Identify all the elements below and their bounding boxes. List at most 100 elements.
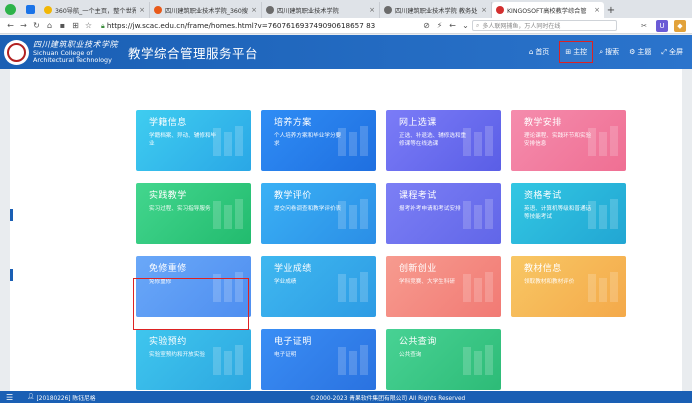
back-icon[interactable]: ← — [4, 19, 17, 33]
tab-close-icon[interactable]: × — [251, 6, 257, 14]
tile-decoration-icon — [338, 126, 368, 156]
module-tile[interactable]: 教学安排 理论课程、实践环节和实验安排信息 — [511, 110, 626, 171]
module-tile[interactable]: 教学评价 提交问卷调查和教学评价表 — [261, 183, 376, 244]
tile-decoration-icon — [338, 345, 368, 375]
browser-tab[interactable]: 360导航_一个主页，整个世界 × — [40, 2, 150, 18]
nav-home-button[interactable]: ⌂ 首页 — [524, 42, 554, 62]
tile-decoration-icon — [463, 126, 493, 156]
tile-decoration-icon — [463, 272, 493, 302]
grid-icon[interactable]: ⊞ — [69, 19, 82, 33]
left-edge-marker — [10, 269, 13, 281]
scissors-icon[interactable]: ✂ — [638, 20, 650, 32]
module-tile[interactable]: 实践教学 实习过程、实习指导服务 — [136, 183, 251, 244]
tile-decoration-icon — [588, 126, 618, 156]
bookmark-star-icon[interactable]: ☆ — [82, 19, 95, 33]
module-tile[interactable]: 电子证明 电子证明 — [261, 329, 376, 390]
theme-icon: ⚙ — [629, 48, 636, 56]
tile-decoration-icon — [213, 345, 243, 375]
module-tile[interactable]: 公共查询 公共查询 — [386, 329, 501, 390]
tile-decoration-icon — [213, 199, 243, 229]
extension-purple-icon[interactable]: U — [656, 19, 668, 32]
header-nav: ⌂ 首页 ⊞ 主控 ⌕ 搜索 ⚙ 主题 ⤢ 全屏 — [524, 35, 692, 69]
user-icon: 👤︎ — [27, 394, 35, 400]
menu-icon[interactable]: ☰ — [6, 393, 13, 402]
tile-description: 学籍档案、异动、辅修和毕业 — [149, 133, 217, 147]
tile-description: 理论课程、实践环节和实验安排信息 — [524, 133, 592, 147]
module-tile[interactable]: 教材信息 领取教材和教材评价 — [511, 256, 626, 317]
school-name: 四川建筑职业技术学院 Sichuan College of Architectu… — [33, 39, 118, 64]
tile-decoration-icon — [463, 345, 493, 375]
tile-decoration-icon — [338, 272, 368, 302]
app-footer: ☰ 👤︎ [20180226] 陈钰尼格 ©2000-2023 青果软件集团有限… — [0, 391, 692, 403]
tile-description: 公共查询 — [399, 352, 422, 358]
new-tab-button[interactable]: + — [604, 2, 618, 18]
nav-theme-button[interactable]: ⚙ 主题 — [624, 42, 656, 62]
module-tile[interactable]: 学业成绩 学业成绩 — [261, 256, 376, 317]
browser-tab[interactable]: 四川建筑职业技术学院_360搜 × — [150, 2, 262, 18]
app-header: 四川建筑职业技术学院 Sichuan College of Architectu… — [0, 35, 692, 69]
module-tile[interactable]: 网上选课 正选、补退选、辅修选和重修课等在线选课 — [386, 110, 501, 171]
reload-icon[interactable]: ↻ — [30, 19, 43, 33]
extension-icon[interactable]: ▪ — [56, 19, 69, 33]
search-icon: ⌕ — [599, 47, 604, 56]
browser-tab[interactable]: 四川建筑职业技术学院 × — [262, 2, 380, 18]
current-user[interactable]: 👤︎ [20180226] 陈钰尼格 — [27, 393, 95, 402]
browser-shield-icon[interactable] — [20, 0, 40, 18]
browser-tab-active[interactable]: KINGOSOFT高校教学综合管 × — [492, 2, 604, 18]
tile-description: 学科竞赛、大学生科研 — [399, 279, 455, 285]
module-tile[interactable]: 资格考试 英语、计算机等级和普通话等技能考试 — [511, 183, 626, 244]
tile-decoration-icon — [588, 199, 618, 229]
tile-description: 报考补考申请和考试安排 — [399, 206, 461, 212]
tile-description: 实习过程、实习指导服务 — [149, 206, 211, 212]
nav-fullscreen-button[interactable]: ⤢ 全屏 — [656, 42, 688, 62]
nav-main-control-button[interactable]: ⊞ 主控 — [559, 41, 594, 63]
extension-orange-icon[interactable]: ◆ — [674, 19, 686, 32]
tile-description: 英语、计算机等级和普通话等技能考试 — [524, 206, 592, 220]
tab-favicon-icon — [44, 6, 52, 14]
nav-search-button[interactable]: ⌕ 搜索 — [594, 42, 624, 62]
module-tile[interactable]: 课程考试 报考补考申请和考试安排 — [386, 183, 501, 244]
tab-close-icon[interactable]: × — [139, 6, 145, 14]
tab-close-icon[interactable]: × — [594, 6, 600, 14]
module-tile[interactable]: 学籍信息 学籍档案、异动、辅修和毕业 — [136, 110, 251, 171]
tab-favicon-icon — [384, 6, 392, 14]
tile-decoration-icon — [463, 199, 493, 229]
windows-icon: ⊞ — [565, 48, 572, 56]
tile-description: 领取教材和教材评价 — [524, 279, 575, 285]
browser-tab[interactable]: 四川建筑职业技术学院 教务处 × — [380, 2, 492, 18]
tile-description: 提交问卷调查和教学评价表 — [274, 206, 342, 212]
module-tile[interactable]: 实验预约 实验室预约和开放实验 — [136, 329, 251, 390]
block-icon[interactable]: ⊘ — [420, 19, 433, 33]
home-icon: ⌂ — [528, 48, 534, 56]
forward-icon[interactable]: → — [17, 19, 30, 33]
highlight-annotation-box — [133, 278, 249, 330]
tile-decoration-icon — [213, 126, 243, 156]
main-content: 学籍信息 学籍档案、异动、辅修和毕业 培养方案 个人培养方案和毕业学分要求 网上选课 正选… — [10, 69, 682, 391]
tab-favicon-icon — [496, 6, 504, 14]
lock-icon: 🔒︎ — [101, 20, 105, 30]
app-title: 教学综合管理服务平台 — [128, 45, 259, 61]
tab-favicon-icon — [266, 6, 274, 14]
tile-decoration-icon — [588, 272, 618, 302]
tile-description: 个人培养方案和毕业学分要求 — [274, 133, 342, 147]
lightning-icon[interactable]: ⚡︎ — [433, 19, 446, 33]
tile-decoration-icon — [338, 199, 368, 229]
tab-close-icon[interactable]: × — [481, 6, 487, 14]
module-tile[interactable]: 创新创业 学科竞赛、大学生科研 — [386, 256, 501, 317]
dropdown-chevron-icon[interactable]: ⌄ — [459, 19, 472, 33]
browser-search-input[interactable]: ⌕ 多人联网捕鱼，万人同时在线 — [472, 20, 617, 31]
browser-address-bar: ← → ↻ ⌂ ▪ ⊞ ☆ 🔒︎ https://jw.scac.edu.cn/f… — [0, 18, 692, 34]
history-back-icon[interactable]: ← — [446, 19, 459, 33]
search-icon: ⌕ — [476, 21, 480, 29]
tile-description: 实验室预约和开放实验 — [149, 352, 205, 358]
tile-description: 电子证明 — [274, 352, 297, 358]
copyright: ©2000-2023 青果软件集团有限公司 All Rights Reserve… — [310, 395, 466, 402]
tile-description: 学业成绩 — [274, 279, 297, 285]
module-tile[interactable]: 培养方案 个人培养方案和毕业学分要求 — [261, 110, 376, 171]
url-field[interactable]: 🔒︎ https://jw.scac.edu.cn/frame/homes.htm… — [101, 21, 401, 31]
tile-description: 正选、补退选、辅修选和重修课等在线选课 — [399, 133, 467, 147]
browser-logo-icon — [0, 0, 20, 18]
tab-close-icon[interactable]: × — [369, 6, 375, 14]
home-icon[interactable]: ⌂ — [43, 19, 56, 33]
left-edge-marker — [10, 209, 13, 221]
